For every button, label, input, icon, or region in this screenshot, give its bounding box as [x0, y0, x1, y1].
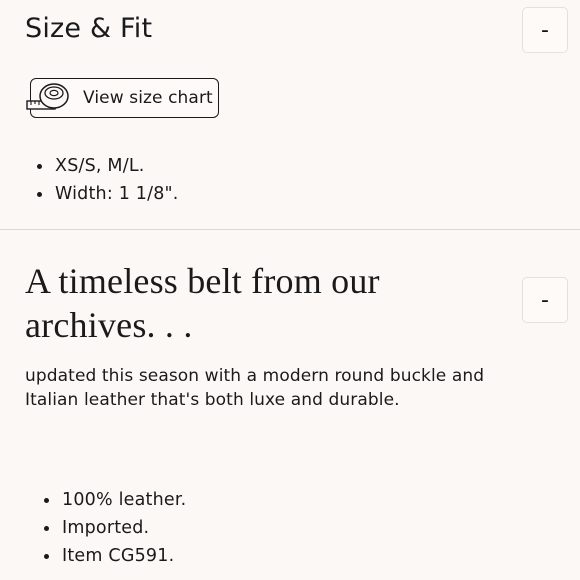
product-details-section: A timeless belt from our archives. . . -… [0, 230, 580, 580]
product-details-list: 100% leather. Imported. Item CG591. [44, 486, 186, 570]
size-fit-collapse-button[interactable]: - [522, 7, 568, 53]
product-description: updated this season with a modern round … [25, 366, 485, 410]
list-item: Imported. [44, 514, 186, 542]
size-fit-title: Size & Fit [25, 13, 153, 44]
view-size-chart-label: View size chart [83, 88, 213, 108]
list-item: Width: 1 1/8". [37, 180, 179, 208]
list-item: XS/S, M/L. [37, 152, 179, 180]
size-fit-list: XS/S, M/L. Width: 1 1/8". [37, 152, 179, 208]
size-fit-section: Size & Fit - View size chart XS/S, M/L. … [0, 0, 580, 229]
product-details-collapse-button[interactable]: - [522, 277, 568, 323]
product-details-title: A timeless belt from our archives. . . [25, 261, 380, 345]
list-item: Item CG591. [44, 542, 186, 570]
measuring-tape-icon [26, 83, 69, 110]
list-item: 100% leather. [44, 486, 186, 514]
view-size-chart-button[interactable]: View size chart [26, 78, 219, 118]
